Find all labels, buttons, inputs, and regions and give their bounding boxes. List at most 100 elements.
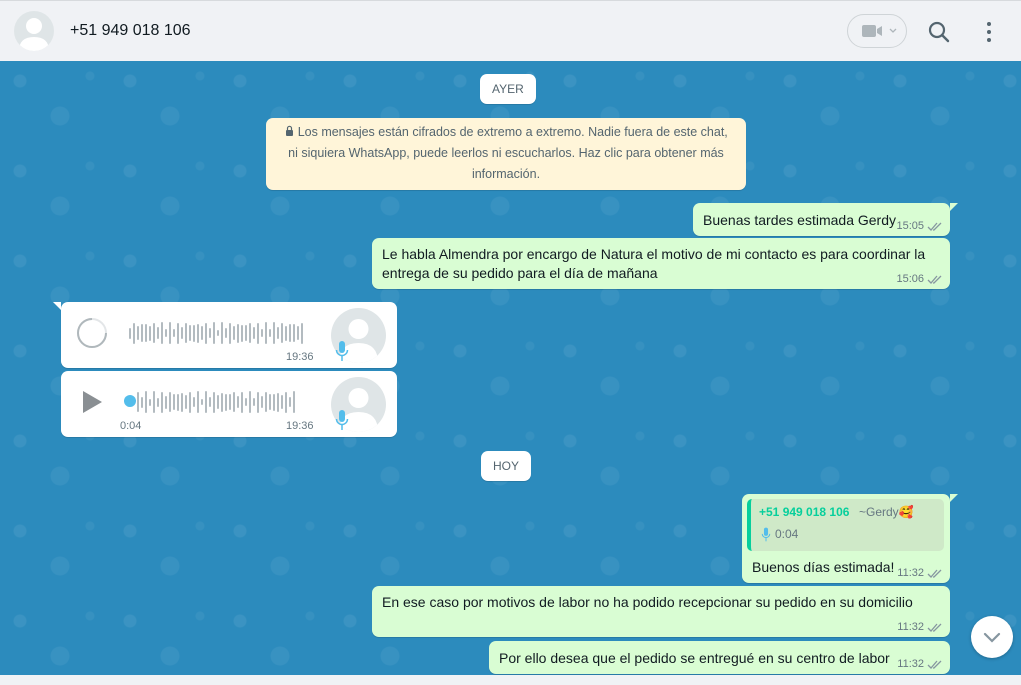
waveform-bar [225,328,227,338]
message-outgoing[interactable]: Le habla Almendra por encargo de Natura … [372,238,950,289]
voice-waveform[interactable] [129,322,303,344]
voice-message-incoming[interactable]: 19:36 [53,302,397,368]
waveform-bar [145,391,147,413]
more-vertical-icon [987,22,991,42]
waveform-bar [293,324,295,342]
date-chip-today: HOY [481,451,532,481]
message-outgoing[interactable]: Buenas tardes estimada Gerdy 15:05 [693,203,958,236]
quoted-message[interactable]: +51 949 018 106 ~Gerdy🥰 0:04 [747,499,944,551]
default-avatar-icon [19,18,49,51]
menu-button[interactable] [978,19,1000,45]
waveform-bar [289,324,291,342]
waveform-bar [137,326,139,340]
message-time: 15:06 [896,273,924,285]
play-icon[interactable] [81,389,105,415]
waveform-bar [209,328,211,338]
waveform-bar [197,391,199,413]
contact-name[interactable]: +51 949 018 106 [70,22,191,40]
microphone-icon [761,527,771,542]
waveform-bar [269,329,271,337]
waveform-bar [189,325,191,341]
waveform-bar [193,324,195,342]
waveform-bar [221,322,223,344]
message-text: Le habla Almendra por encargo de Natura … [382,246,926,281]
waveform-bar [205,322,207,344]
waveform-bar [181,327,183,339]
message-time: 15:05 [896,220,924,232]
voice-waveform[interactable] [137,391,295,413]
message-text: En ese caso por motivos de labor no ha p… [382,594,913,610]
waveform-bar [241,324,243,342]
waveform-bar [185,395,187,409]
waveform-bar [229,394,231,410]
voice-message-incoming[interactable]: 0:04 19:36 [61,371,397,437]
waveform-bar [157,327,159,339]
message-meta: 11:32 [897,658,943,670]
video-call-button[interactable] [847,14,907,48]
search-button[interactable] [926,19,952,45]
waveform-bar [137,392,139,412]
message-text: Buenas tardes estimada Gerdy [703,212,896,228]
voice-duration: 0:04 [120,420,142,432]
double-check-icon [927,623,942,632]
message-outgoing[interactable]: Por ello desea que el pedido se entregué… [489,641,950,674]
waveform-bar [253,327,255,339]
waveform-bar [201,399,203,405]
waveform-bar [205,391,207,413]
waveform-bar [173,329,175,337]
encryption-notice[interactable]: Los mensajes están cifrados de extremo a… [266,118,746,190]
waveform-bar [233,392,235,412]
footer-strip [0,675,1021,685]
message-outgoing-reply[interactable]: +51 949 018 106 ~Gerdy🥰 0:04 Buenos días… [742,494,958,583]
waveform-bar [289,397,291,407]
waveform-bar [285,325,287,341]
waveform-bar [185,323,187,343]
waveform-bar [237,323,239,343]
waveform-bar [177,393,179,411]
waveform-bar [273,322,275,344]
waveform-bar [241,391,243,413]
waveform-bar [133,322,135,344]
emoji-icon: 🥰 [898,505,914,519]
scroll-down-button[interactable] [971,616,1013,658]
search-icon [928,21,950,43]
waveform-bar [293,391,295,413]
waveform-bar [261,329,263,337]
contact-avatar[interactable] [14,11,54,51]
waveform-bar [285,391,287,413]
bubble-tail [950,203,958,211]
chat-area[interactable]: AYER Los mensajes están cifrados de extr… [0,61,1021,675]
bubble-tail [53,302,61,310]
waveform-bar [257,322,259,344]
double-check-icon [927,222,942,231]
waveform-bar [213,322,215,344]
waveform-bar [169,392,171,412]
message-text: Por ello desea que el pedido se entregué… [499,650,890,666]
waveform-bar [265,322,267,344]
quoted-phone: +51 949 018 106 [759,505,850,519]
double-check-icon [927,275,942,284]
waveform-bar [209,397,211,407]
playback-dot[interactable] [124,395,136,407]
message-outgoing[interactable]: En ese caso por motivos de labor no ha p… [372,586,950,637]
microphone-icon [335,341,349,361]
message-time: 19:36 [286,420,314,432]
waveform-bar [149,325,151,341]
waveform-bar [237,396,239,408]
waveform-bar [217,330,219,336]
message-meta: 15:06 [896,273,943,285]
waveform-bar [173,394,175,410]
waveform-bar [165,329,167,337]
waveform-bar [141,396,143,408]
waveform-bar [277,327,279,339]
waveform-bar [261,396,263,408]
double-check-icon [927,569,942,578]
message-time: 11:32 [897,621,924,633]
message-meta: 15:05 [896,220,943,232]
waveform-bar [129,327,131,339]
loading-spinner-icon [77,318,107,348]
waveform-bar [229,322,231,344]
waveform-bar [149,398,151,406]
waveform-bar [233,326,235,340]
waveform-bar [245,325,247,341]
